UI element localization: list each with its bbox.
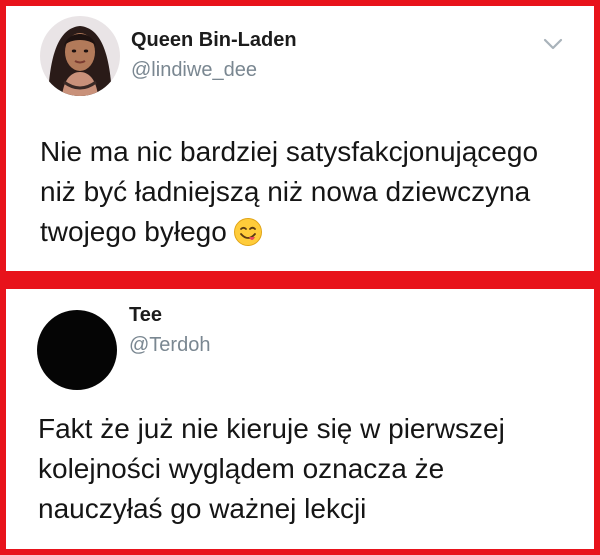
tweet-text-line: twojego byłego — [40, 216, 227, 247]
face-savoring-food-icon — [233, 217, 263, 247]
profile-photo — [40, 16, 120, 96]
tweet-text-line: kolejności wyglądem oznacza że — [38, 453, 445, 484]
tweet-text: Fakt że już nie kieruje się w pierwszej … — [38, 409, 594, 529]
tweet-card: Queen Bin-Laden @lindiwe_dee Nie ma nic … — [0, 0, 600, 277]
display-name[interactable]: Tee — [129, 304, 162, 327]
tweet-text-line-with-emoji: twojego byłego — [40, 212, 594, 252]
display-name[interactable]: Queen Bin-Laden — [131, 29, 297, 52]
tweet-text-line: Nie ma nic bardziej satysfakcjonującego — [40, 136, 539, 167]
tweet-card: Tee @Terdoh Fakt że już nie kieruje się … — [0, 283, 600, 555]
tweet-text-line: nauczyłaś go ważnej lekcji — [38, 493, 367, 524]
tweet-text-line: niż być ładniejszą niż nowa dziewczyna — [40, 176, 531, 207]
avatar[interactable] — [40, 16, 120, 96]
user-handle[interactable]: @lindiwe_dee — [131, 59, 257, 82]
screenshot-frame: Queen Bin-Laden @lindiwe_dee Nie ma nic … — [0, 0, 600, 555]
tweet-text-line: Fakt że już nie kieruje się w pierwszej — [38, 413, 505, 444]
avatar[interactable] — [37, 310, 117, 390]
user-handle[interactable]: @Terdoh — [129, 334, 210, 357]
tweet-text: Nie ma nic bardziej satysfakcjonującego … — [40, 132, 594, 252]
chevron-down-icon[interactable] — [542, 36, 564, 52]
